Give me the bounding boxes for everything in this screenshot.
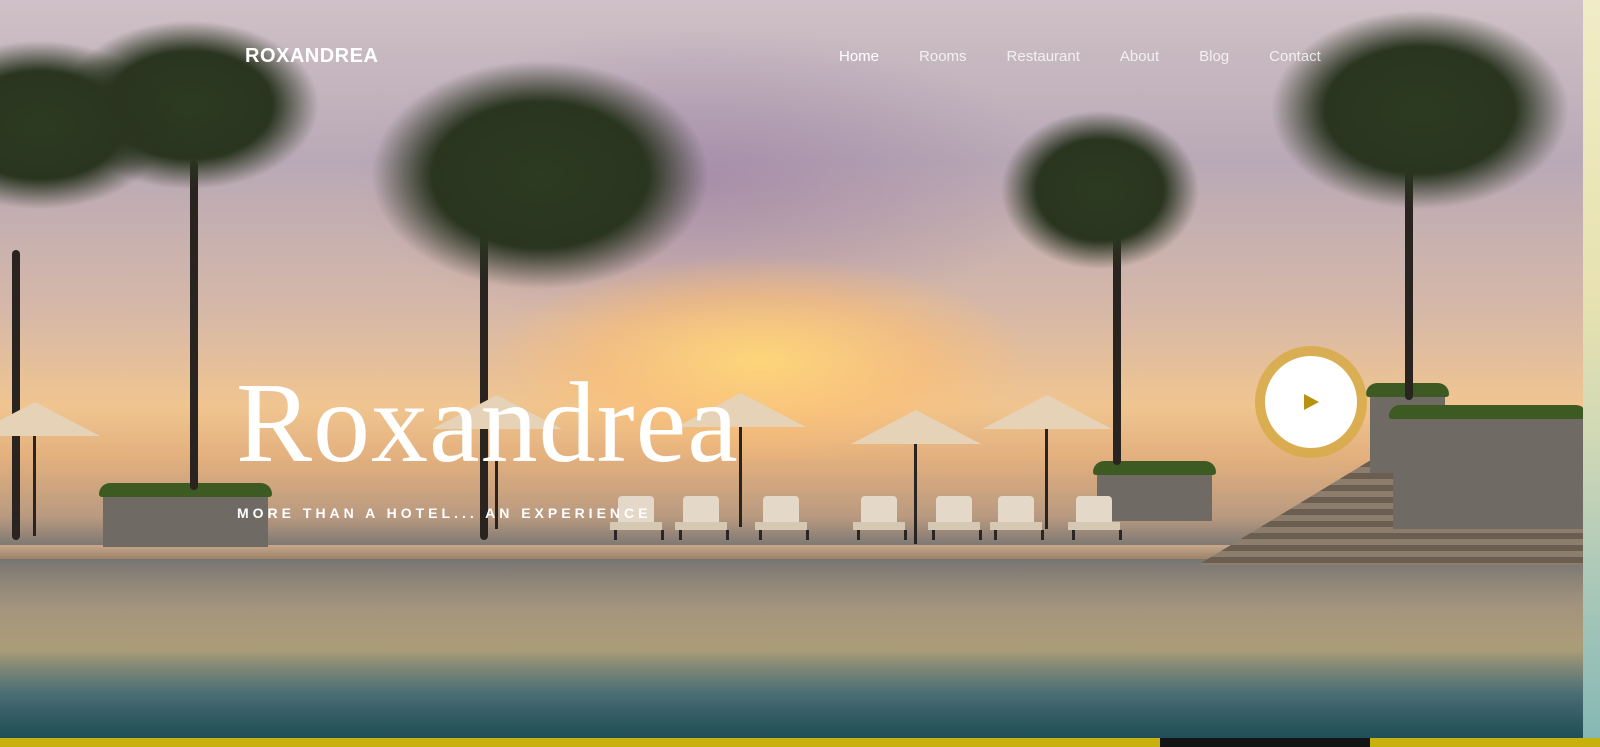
sun-lounger: [853, 496, 907, 544]
top-navbar: ROXANDREA Home Rooms Restaurant About Bl…: [0, 0, 1583, 115]
pool-reflection: [0, 560, 1583, 738]
nav-item-restaurant[interactable]: Restaurant: [1007, 48, 1080, 65]
nav-item-rooms[interactable]: Rooms: [919, 48, 967, 65]
brand-logo[interactable]: ROXANDREA: [245, 45, 378, 68]
sun-lounger: [990, 496, 1044, 544]
nav-item-about[interactable]: About: [1120, 48, 1159, 65]
nav-item-contact[interactable]: Contact: [1269, 48, 1321, 65]
nav-item-home[interactable]: Home: [839, 48, 879, 65]
planter: [1389, 405, 1583, 529]
slider-progress-bar: [0, 738, 1600, 747]
play-icon: [1304, 394, 1319, 410]
nav-item-blog[interactable]: Blog: [1199, 48, 1229, 65]
next-slide-peek: [1583, 0, 1600, 738]
planter: [99, 483, 272, 547]
slider-progress-segment: [1160, 738, 1370, 747]
play-video-button[interactable]: [1265, 356, 1357, 448]
sun-lounger: [928, 496, 982, 544]
hero-subtitle: MORE THAN A HOTEL... AN EXPERIENCE: [237, 505, 652, 521]
hero-title: Roxandrea: [236, 359, 739, 486]
hero-background: ROXANDREA Home Rooms Restaurant About Bl…: [0, 0, 1583, 738]
sun-lounger: [675, 496, 729, 544]
sun-lounger: [755, 496, 809, 544]
sun-lounger: [1068, 496, 1122, 544]
nav-menu: Home Rooms Restaurant About Blog Contact: [839, 48, 1361, 65]
